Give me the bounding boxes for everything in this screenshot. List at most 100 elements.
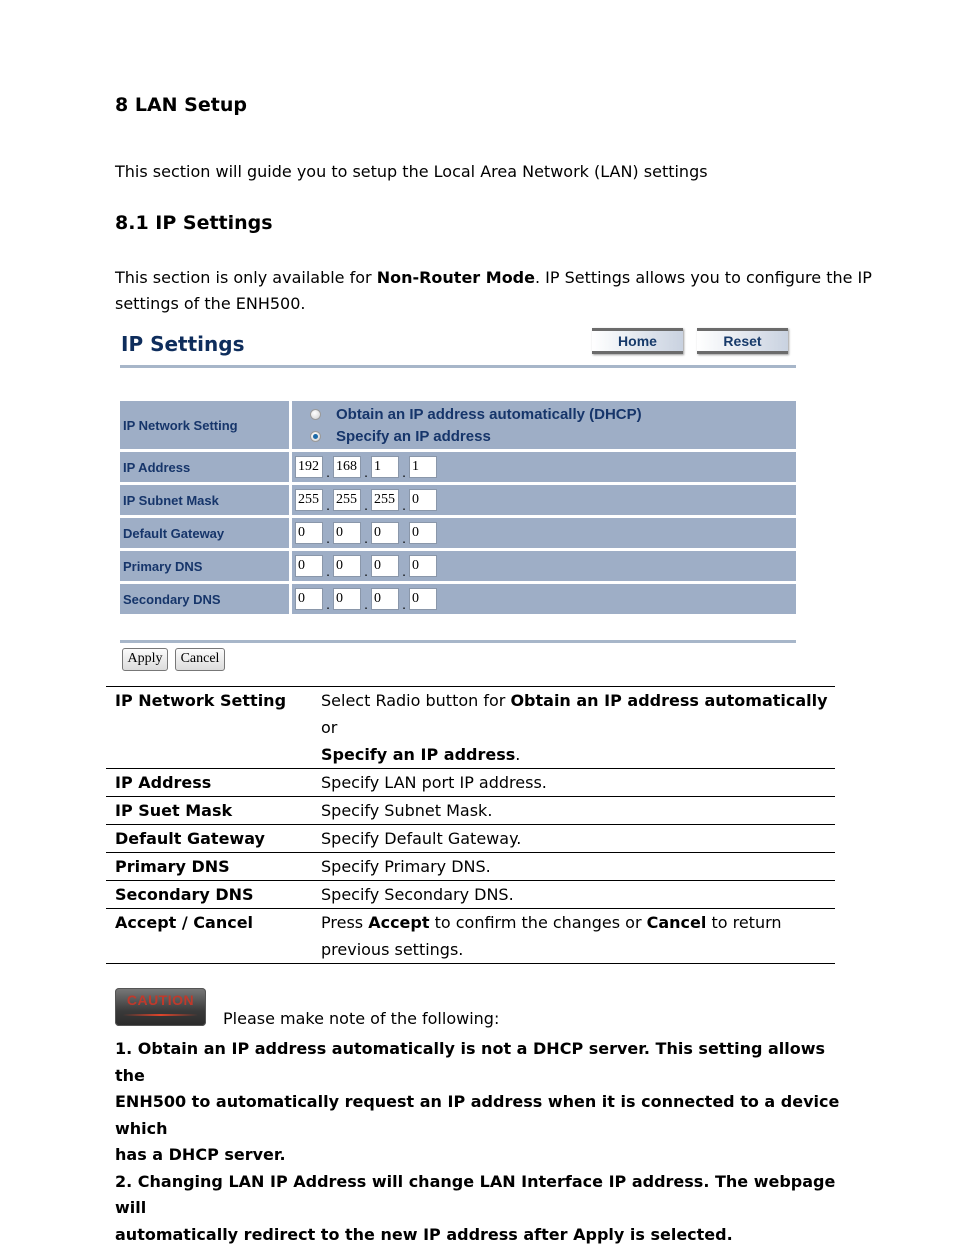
desc-text: settings of the ENH500.	[115, 294, 306, 313]
desc-bold: Non-Router Mode	[376, 268, 535, 287]
octet-separator: .	[402, 565, 406, 579]
field-label: IP Network Setting	[120, 401, 289, 449]
table-key: Default Gateway	[106, 824, 312, 853]
table-key: Primary DNS	[106, 852, 312, 881]
ip-octet-input[interactable]: 0	[371, 522, 399, 544]
octet-separator: .	[364, 499, 368, 513]
ip-octet-input[interactable]: 0	[409, 489, 437, 511]
table-key: IP Suet Mask	[106, 796, 312, 825]
table-row: Default Gateway Specify Default Gateway.	[106, 824, 835, 853]
ip-octet-input[interactable]: 1	[409, 456, 437, 478]
octet-separator: .	[364, 466, 368, 480]
table-row: IP Network Setting Select Radio button f…	[106, 686, 835, 769]
ip-octet-input[interactable]: 0	[409, 588, 437, 610]
table-key: Accept / Cancel	[106, 908, 312, 964]
ip-field-row: Secondary DNS 0. 0. 0. 0	[120, 584, 796, 614]
table-value: Specify LAN port IP address.	[312, 768, 835, 797]
desc-text: This section is only available for	[115, 268, 377, 287]
ip-octet-input[interactable]: 255	[295, 489, 323, 511]
octet-separator: .	[402, 499, 406, 513]
table-value: Press Accept to confirm the changes or C…	[312, 908, 835, 964]
ip-input-group: 0.0.0.0	[292, 518, 796, 548]
table-row: IP Address Specify LAN port IP address.	[106, 768, 835, 797]
table-row: Secondary DNS Specify Secondary DNS.	[106, 880, 835, 909]
table-key: IP Network Setting	[106, 686, 312, 769]
octet-separator: .	[364, 565, 368, 579]
ip-octet-input[interactable]: 0	[371, 588, 399, 610]
table-key: IP Address	[106, 768, 312, 797]
bold-text: Cancel	[646, 913, 707, 932]
ip-input-group: 0.0.0.0	[292, 551, 796, 581]
field-label: IP Subnet Mask	[120, 485, 289, 515]
ip-octet-input[interactable]: 0	[333, 555, 361, 577]
ip-octet-input[interactable]: 0	[295, 588, 323, 610]
field-label: Primary DNS	[120, 551, 289, 581]
apply-button[interactable]: Apply	[122, 648, 168, 671]
caution-icon: CAUTION	[115, 988, 206, 1026]
table-value: Specify Subnet Mask.	[312, 796, 835, 825]
octet-separator: .	[326, 532, 330, 546]
ip-octet-input[interactable]: 0	[371, 555, 399, 577]
ip-field-row: IP Subnet Mask 255. 255. 255. 0	[120, 485, 796, 515]
text: automatically redirect to the new IP add…	[115, 1224, 733, 1244]
text: ENH500 to automatically request an IP ad…	[115, 1092, 840, 1138]
radio-group: Obtain an IP address automatically (DHCP…	[292, 401, 796, 449]
ip-input-group: 0.0.0.0	[292, 584, 796, 614]
radio-option-dhcp[interactable]: Obtain an IP address automatically (DHCP…	[292, 403, 642, 425]
ip-octet-input[interactable]: 0	[409, 555, 437, 577]
octet-separator: .	[402, 532, 406, 546]
field-label: IP Address	[120, 452, 289, 482]
ip-octet-input[interactable]: 0	[409, 522, 437, 544]
text: to return	[706, 913, 782, 932]
ip-octet-input[interactable]: 255	[371, 489, 399, 511]
table-row: Primary DNS Specify Primary DNS.	[106, 852, 835, 881]
table-value: Specify Primary DNS.	[312, 852, 835, 881]
ip-octet-input[interactable]: 0	[333, 588, 361, 610]
ip-octet-input[interactable]: 255	[333, 489, 361, 511]
text: to confirm the changes or	[429, 913, 647, 932]
table-row: IP Suet Mask Specify Subnet Mask.	[106, 796, 835, 825]
radio-unchecked-icon[interactable]	[310, 408, 321, 420]
text: Select Radio button for	[321, 691, 511, 710]
radio-option-static[interactable]: Specify an IP address	[292, 425, 491, 447]
radio-label: Obtain an IP address automatically (DHCP…	[336, 405, 642, 423]
ip-field-row: Primary DNS 0. 0. 0. 0	[120, 551, 796, 581]
text: .	[515, 745, 521, 764]
text: 2. Changing LAN IP Address will change L…	[115, 1171, 836, 1218]
reset-button[interactable]: Reset	[697, 328, 788, 354]
section-title: 8 LAN Setup	[115, 94, 247, 116]
ip-input-group: 255. 255. 255. 0	[292, 485, 796, 515]
ip-octet-input[interactable]: 168	[333, 456, 361, 478]
radio-label: Specify an IP address	[336, 427, 491, 445]
octet-separator: .	[326, 565, 330, 579]
network-setting-row: IP Network Setting Obtain an IP address …	[120, 401, 796, 449]
home-button[interactable]: Home	[592, 328, 683, 354]
ip-octet-input[interactable]: 192	[295, 456, 323, 478]
table-row: Accept / Cancel Press Accept to confirm …	[106, 908, 835, 964]
divider	[120, 640, 796, 643]
ip-octet-input[interactable]: 0	[295, 555, 323, 577]
field-label: Default Gateway	[120, 518, 289, 548]
field-label: Secondary DNS	[120, 584, 289, 614]
divider	[120, 365, 796, 368]
ip-octet-input[interactable]: 0	[295, 522, 323, 544]
octet-separator: .	[402, 466, 406, 480]
ip-octet-input[interactable]: 0	[333, 522, 361, 544]
table-value: Select Radio button for Obtain an IP add…	[312, 686, 835, 769]
radio-checked-icon[interactable]	[310, 430, 321, 442]
cancel-button[interactable]: Cancel	[175, 648, 225, 671]
desc-text: . IP Settings allows you to configure th…	[534, 268, 872, 287]
section-intro: This section will guide you to setup the…	[115, 162, 708, 181]
octet-separator: .	[402, 598, 406, 612]
octet-separator: .	[326, 598, 330, 612]
caution-badge-text: CAUTION	[126, 992, 195, 1008]
octet-separator: .	[364, 532, 368, 546]
subsection-description: This section is only available for Non-R…	[115, 265, 872, 317]
octet-separator: .	[326, 466, 330, 480]
ip-octet-input[interactable]: 1	[371, 456, 399, 478]
bold-text: Accept	[368, 913, 430, 932]
ip-field-row: IP Address 192. 168. 1. 1	[120, 452, 796, 482]
ui-page-title: IP Settings	[121, 332, 245, 356]
subsection-title: 8.1 IP Settings	[115, 212, 273, 234]
caution-note-1: 1. Obtain an IP address automatically is…	[115, 1036, 845, 1248]
